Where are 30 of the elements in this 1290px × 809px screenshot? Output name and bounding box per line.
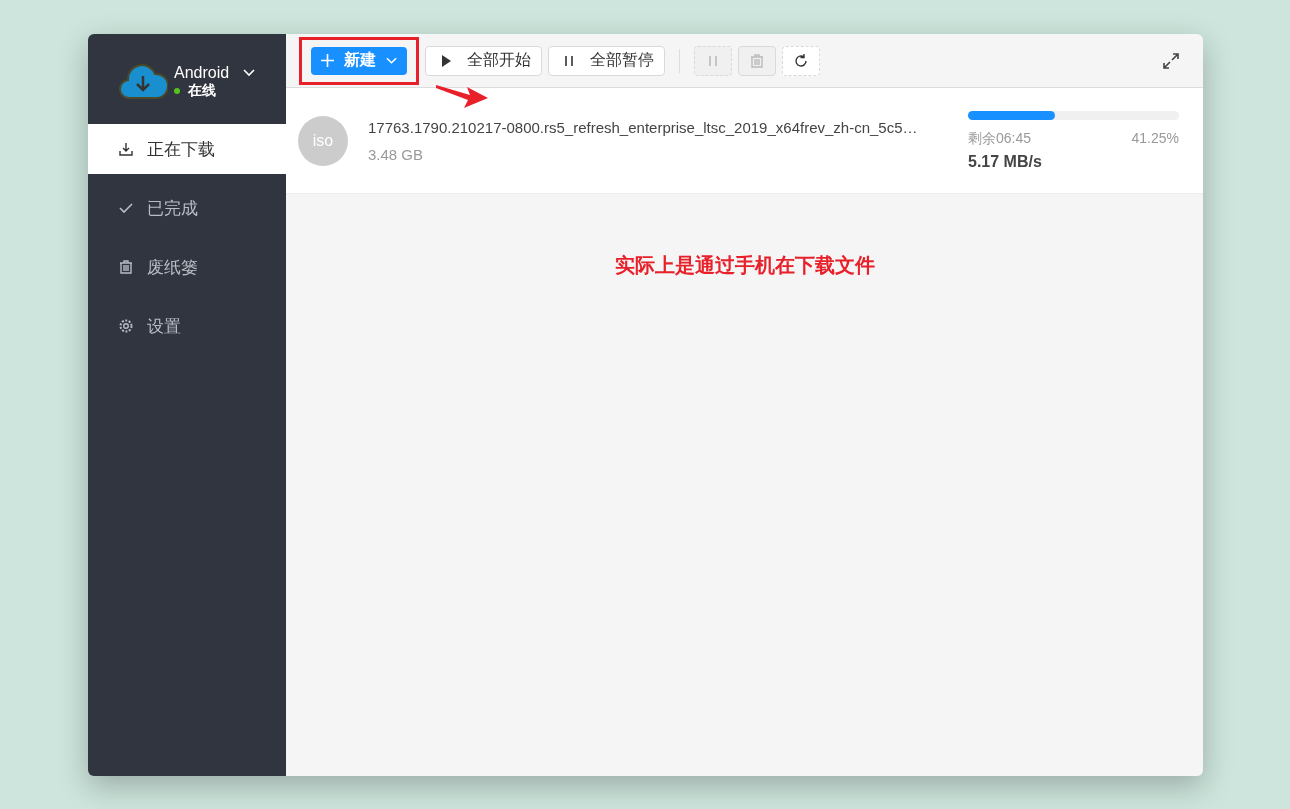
file-name: 17763.1790.210217-0800.rs5_refresh_enterprise_ltsc_2019_x64frev_zh-cn_5c5… xyxy=(368,118,919,136)
chevron-down-icon xyxy=(386,56,397,65)
expand-icon[interactable] xyxy=(1163,52,1179,69)
sidebar-item[interactable]: 已完成 xyxy=(88,183,286,233)
device-name[interactable]: Android xyxy=(174,64,230,82)
annotation-text: 实际上是通过手机在下载文件 xyxy=(613,253,876,278)
plus-icon xyxy=(321,54,334,67)
download-speed: 5.17 MB/s xyxy=(968,152,1043,171)
arrow-drawing xyxy=(436,82,488,108)
check-icon xyxy=(119,201,133,215)
gear-icon xyxy=(119,319,133,333)
progress-percent: 41.25% xyxy=(1131,129,1179,148)
download-icon xyxy=(119,142,133,156)
trash-icon xyxy=(119,260,133,274)
play-icon xyxy=(439,53,453,68)
refresh-button[interactable] xyxy=(782,45,820,76)
pause-icon xyxy=(706,53,720,68)
pause-icon xyxy=(562,53,576,68)
chevron-down-icon[interactable] xyxy=(243,69,256,77)
play-button[interactable]: 全部开始 xyxy=(425,45,542,76)
device-status: 在线 xyxy=(188,82,216,100)
file-size: 3.48 GB xyxy=(368,145,425,163)
cloud-download-icon xyxy=(118,62,168,102)
refresh-icon xyxy=(794,53,808,68)
pause-button[interactable]: 全部暂停 xyxy=(548,45,665,76)
time-remaining: 剩余06:45 xyxy=(968,129,1032,148)
sidebar-item[interactable]: 设置 xyxy=(88,301,286,351)
trash-icon xyxy=(750,53,764,68)
sidebar-item[interactable]: 废纸篓 xyxy=(88,242,286,292)
sidebar-item[interactable]: 正在下载 xyxy=(88,124,286,174)
